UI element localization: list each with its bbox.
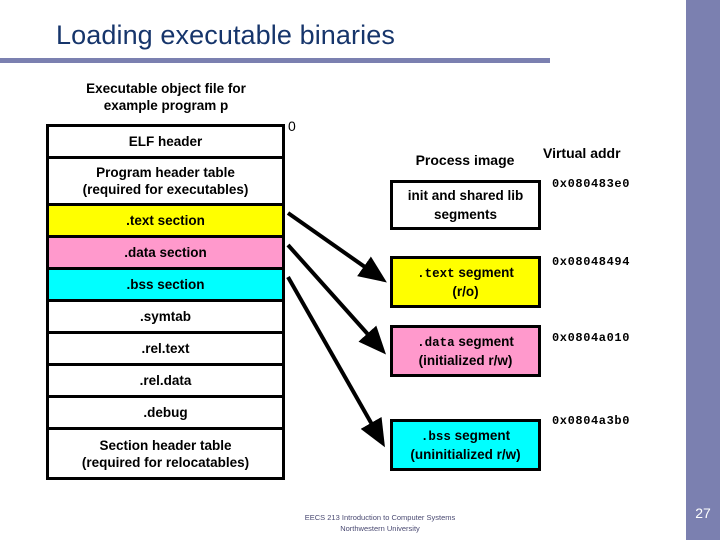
table-row: .rel.text bbox=[49, 334, 282, 366]
virtual-address-value: 0x080483e0 bbox=[552, 177, 631, 191]
page-number: 27 bbox=[695, 505, 711, 521]
arrow-data-section-to-data-segment bbox=[286, 243, 387, 355]
segment-label-line1: .bss segment bbox=[421, 427, 510, 446]
elf-row-label: .bss section bbox=[126, 277, 205, 292]
process-image-heading: Process image bbox=[415, 152, 515, 168]
segment-mono-name: .bss bbox=[420, 429, 451, 444]
object-file-caption: Executable object file for example progr… bbox=[46, 80, 286, 114]
table-row: ELF header bbox=[49, 127, 282, 159]
decorative-side-band bbox=[686, 0, 720, 540]
virtual-address-value: 0x0804a010 bbox=[552, 331, 631, 345]
footer-line2: Northwestern University bbox=[340, 524, 420, 533]
elf-row-label: .symtab bbox=[139, 309, 192, 324]
table-row: .debug bbox=[49, 398, 282, 430]
segment-label-line2: segments bbox=[433, 206, 498, 222]
segment-label-line2: (initialized r/w) bbox=[418, 352, 513, 368]
elf-row-label: .rel.data bbox=[139, 373, 192, 388]
virtual-addr-heading: Virtual addr bbox=[543, 145, 621, 161]
elf-row-label: Program header table bbox=[96, 165, 235, 180]
arrow-bss-section-to-bss-segment bbox=[286, 276, 385, 448]
segment-box-init-shared-lib: init and shared lib segments bbox=[390, 180, 541, 230]
table-row: .bss section bbox=[49, 270, 282, 302]
table-row: .rel.data bbox=[49, 366, 282, 398]
arrow-text-section-to-text-segment bbox=[286, 211, 387, 283]
segment-label-line1: .text segment bbox=[417, 264, 514, 283]
slide-canvas: Loading executable binaries 27 Executabl… bbox=[0, 0, 720, 540]
elf-row-label: .debug bbox=[143, 405, 188, 420]
table-row: Program header table (required for execu… bbox=[49, 159, 282, 206]
object-file-caption-line1: Executable object file for bbox=[86, 81, 246, 96]
table-row: .symtab bbox=[49, 302, 282, 334]
segment-text-name: segment bbox=[454, 333, 514, 349]
virtual-address-value: 0x08048494 bbox=[552, 255, 631, 269]
title-divider bbox=[0, 58, 550, 63]
elf-object-file-table: ELF header Program header table (require… bbox=[46, 124, 285, 480]
virtual-address-value: 0x0804a3b0 bbox=[552, 414, 631, 428]
segment-box-bss: .bss segment (uninitialized r/w) bbox=[390, 419, 541, 471]
elf-row-label: ELF header bbox=[128, 134, 203, 149]
segment-label-line2: (uninitialized r/w) bbox=[410, 446, 521, 462]
segment-text-name: segment bbox=[454, 264, 514, 280]
segment-box-data: .data segment (initialized r/w) bbox=[390, 325, 541, 377]
segment-label-line2: (r/o) bbox=[452, 283, 479, 299]
elf-row-label: .data section bbox=[124, 245, 207, 260]
segment-text-name: segment bbox=[450, 427, 511, 443]
elf-row-sublabel: (required for executables) bbox=[82, 182, 249, 197]
elf-row-sublabel: (required for relocatables) bbox=[81, 454, 250, 470]
segment-label-line1: init and shared lib bbox=[408, 187, 524, 206]
segment-mono-name: .data bbox=[417, 335, 455, 350]
table-row: .text section bbox=[49, 206, 282, 238]
object-file-caption-line2: example program p bbox=[103, 98, 229, 113]
table-row: Section header table (required for reloc… bbox=[49, 430, 282, 477]
file-offset-zero-label: 0 bbox=[288, 118, 296, 134]
elf-row-label: Section header table bbox=[99, 437, 232, 453]
segment-label-line1: .data segment bbox=[417, 333, 514, 352]
segment-box-text: .text segment (r/o) bbox=[390, 256, 541, 308]
segment-mono-name: .text bbox=[417, 266, 455, 281]
elf-row-label: .rel.text bbox=[141, 341, 190, 356]
table-row: .data section bbox=[49, 238, 282, 270]
elf-row-label: .text section bbox=[126, 213, 205, 228]
slide-footer: EECS 213 Introduction to Computer System… bbox=[285, 512, 475, 534]
page-title: Loading executable binaries bbox=[56, 20, 395, 50]
segment-text-name: init and shared lib bbox=[407, 187, 524, 203]
footer-line1: EECS 213 Introduction to Computer System… bbox=[304, 513, 456, 522]
